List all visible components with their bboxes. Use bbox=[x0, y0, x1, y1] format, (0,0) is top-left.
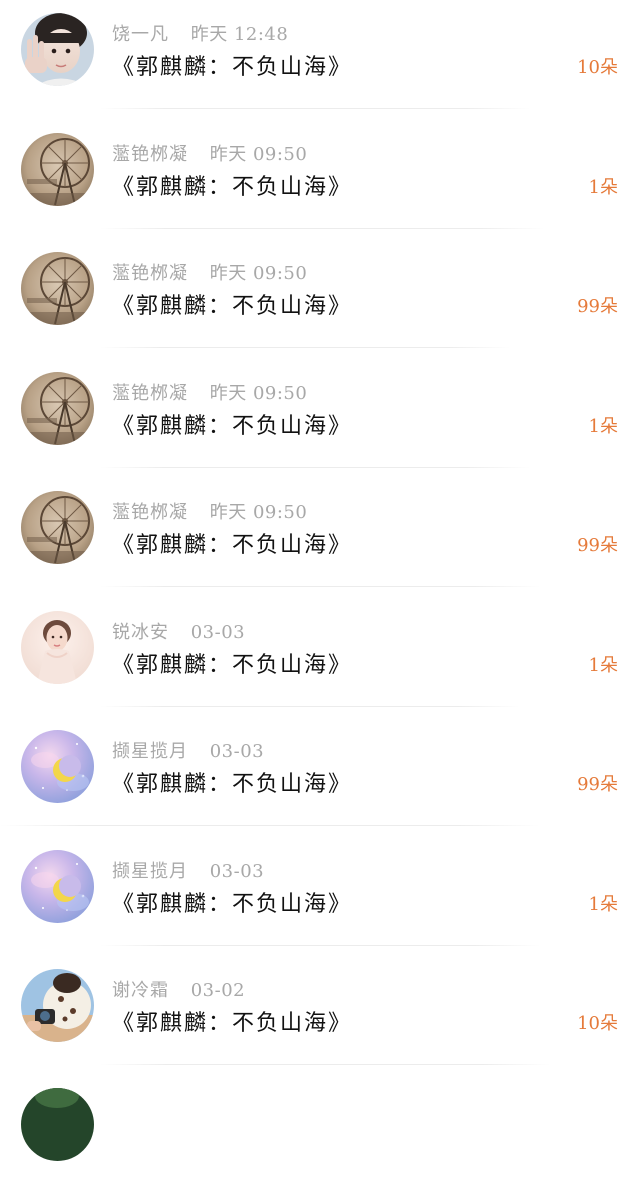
avatar[interactable] bbox=[21, 252, 94, 325]
user-name[interactable]: 蘫铯桞凝 bbox=[112, 502, 188, 523]
avatar[interactable] bbox=[21, 969, 94, 1042]
item-time: 03-03 bbox=[191, 622, 245, 643]
item-title[interactable]: 《郭麒麟：不负山海》 bbox=[112, 288, 352, 320]
list-item[interactable]: 撷星揽月 03-03 《郭麒麟：不负山海》 99朵 bbox=[0, 717, 640, 837]
list-item[interactable]: 谢冷霜 03-02 《郭麒麟：不负山海》 10朵 bbox=[0, 956, 640, 1076]
list-item[interactable]: 蘫铯桞凝 昨天 09:50 《郭麒麟：不负山海》 1朵 bbox=[0, 359, 640, 479]
user-name[interactable]: 撷星揽月 bbox=[112, 861, 188, 882]
list-item[interactable]: 饶一凡 昨天 12:48 《郭麒麟：不负山海》 10朵 bbox=[0, 0, 640, 120]
avatar[interactable] bbox=[21, 491, 94, 564]
user-name[interactable]: 锐冰安 bbox=[112, 622, 169, 643]
ferris-wheel-avatar bbox=[21, 372, 94, 445]
divider bbox=[100, 706, 520, 707]
divider bbox=[100, 586, 540, 587]
avatar[interactable] bbox=[21, 372, 94, 445]
user-name[interactable]: 谢冷霜 bbox=[112, 980, 169, 1001]
item-meta: 谢冷霜 03-02 bbox=[112, 976, 245, 1002]
item-time: 03-03 bbox=[210, 741, 264, 762]
divider bbox=[100, 945, 540, 946]
woman-portrait-avatar bbox=[21, 611, 94, 684]
crescent-moon-avatar bbox=[21, 850, 94, 923]
green-avatar bbox=[21, 1088, 94, 1161]
avatar[interactable] bbox=[21, 611, 94, 684]
item-title[interactable]: 《郭麒麟：不负山海》 bbox=[112, 49, 352, 81]
user-name[interactable]: 蘫铯桞凝 bbox=[112, 144, 188, 165]
ferris-wheel-avatar bbox=[21, 491, 94, 564]
item-title[interactable]: 《郭麒麟：不负山海》 bbox=[112, 527, 352, 559]
divider bbox=[100, 228, 545, 229]
item-time: 03-02 bbox=[191, 980, 245, 1001]
item-meta: 蘫铯桞凝 昨天 09:50 bbox=[112, 498, 307, 524]
item-meta: 撷星揽月 03-03 bbox=[112, 857, 264, 883]
user-name[interactable]: 撷星揽月 bbox=[112, 741, 188, 762]
item-title[interactable]: 《郭麒麟：不负山海》 bbox=[112, 1005, 352, 1037]
item-meta: 蘫铯桞凝 昨天 09:50 bbox=[112, 379, 307, 405]
list-item[interactable]: 撷星揽月 03-03 《郭麒麟：不负山海》 1朵 bbox=[0, 837, 640, 957]
list-item[interactable]: 蘫铯桞凝 昨天 09:50 《郭麒麟：不负山海》 99朵 bbox=[0, 239, 640, 359]
girl-photo-avatar bbox=[21, 13, 94, 86]
item-title[interactable]: 《郭麒麟：不负山海》 bbox=[112, 169, 352, 201]
avatar[interactable] bbox=[21, 13, 94, 86]
avatar[interactable] bbox=[21, 1088, 94, 1161]
gift-count: 99朵 bbox=[577, 292, 618, 318]
item-title[interactable]: 《郭麒麟：不负山海》 bbox=[112, 408, 352, 440]
gift-count: 1朵 bbox=[589, 651, 618, 677]
item-title[interactable]: 《郭麒麟：不负山海》 bbox=[112, 886, 352, 918]
item-time: 昨天 09:50 bbox=[210, 383, 308, 404]
item-meta: 蘫铯桞凝 昨天 09:50 bbox=[112, 140, 307, 166]
divider bbox=[100, 347, 510, 348]
gift-count: 99朵 bbox=[577, 531, 618, 557]
item-time: 昨天 09:50 bbox=[210, 502, 308, 523]
item-time: 昨天 12:48 bbox=[191, 24, 289, 45]
gift-count: 1朵 bbox=[589, 412, 618, 438]
divider bbox=[100, 1064, 550, 1065]
list-item[interactable] bbox=[0, 1076, 640, 1195]
avatar[interactable] bbox=[21, 133, 94, 206]
divider bbox=[0, 825, 540, 826]
gift-count: 10朵 bbox=[577, 53, 618, 79]
user-name[interactable]: 蘫铯桞凝 bbox=[112, 263, 188, 284]
item-time: 昨天 09:50 bbox=[210, 144, 308, 165]
avatar[interactable] bbox=[21, 850, 94, 923]
user-name[interactable]: 蘫铯桞凝 bbox=[112, 383, 188, 404]
list-item[interactable]: 蘫铯桞凝 昨天 09:50 《郭麒麟：不负山海》 99朵 bbox=[0, 478, 640, 598]
gift-count: 10朵 bbox=[577, 1009, 618, 1035]
list-item[interactable]: 蘫铯桞凝 昨天 09:50 《郭麒麟：不负山海》 1朵 bbox=[0, 120, 640, 240]
item-title[interactable]: 《郭麒麟：不负山海》 bbox=[112, 647, 352, 679]
user-name[interactable]: 饶一凡 bbox=[112, 24, 169, 45]
item-title[interactable]: 《郭麒麟：不负山海》 bbox=[112, 766, 352, 798]
item-meta: 锐冰安 03-03 bbox=[112, 618, 245, 644]
camera-person-avatar bbox=[21, 969, 94, 1042]
ferris-wheel-avatar bbox=[21, 252, 94, 325]
gift-count: 1朵 bbox=[589, 890, 618, 916]
gift-count: 1朵 bbox=[589, 173, 618, 199]
item-meta: 饶一凡 昨天 12:48 bbox=[112, 20, 288, 46]
ferris-wheel-avatar bbox=[21, 133, 94, 206]
avatar[interactable] bbox=[21, 730, 94, 803]
divider bbox=[100, 108, 530, 109]
item-time: 03-03 bbox=[210, 861, 264, 882]
list-item[interactable]: 锐冰安 03-03 《郭麒麟：不负山海》 1朵 bbox=[0, 598, 640, 718]
item-meta: 蘫铯桞凝 昨天 09:50 bbox=[112, 259, 307, 285]
item-meta: 撷星揽月 03-03 bbox=[112, 737, 264, 763]
divider bbox=[100, 467, 530, 468]
gift-count: 99朵 bbox=[577, 770, 618, 796]
item-time: 昨天 09:50 bbox=[210, 263, 308, 284]
crescent-moon-avatar bbox=[21, 730, 94, 803]
